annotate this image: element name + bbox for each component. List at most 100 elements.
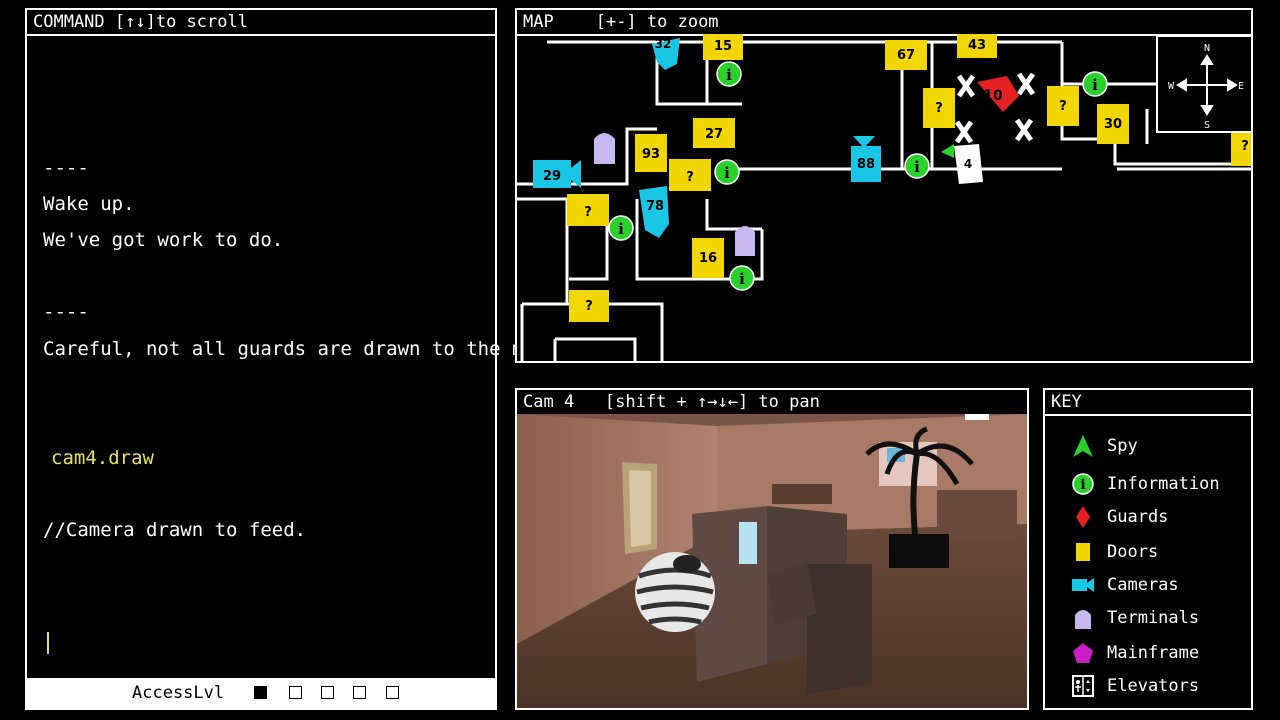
legend-label: Mainframe: [1107, 643, 1200, 663]
map-zoom-hint: [+-] to zoom: [595, 12, 719, 32]
svg-text:i: i: [618, 220, 624, 238]
svg-text:30: 30: [1104, 117, 1122, 132]
svg-text:15: 15: [714, 39, 732, 54]
camera-icon: 88: [851, 136, 881, 182]
terminal-icon: [735, 226, 755, 256]
map-walls: [517, 40, 1251, 361]
command-title: COMMAND: [33, 12, 105, 32]
door-icon: 93: [635, 134, 667, 172]
map-panel[interactable]: MAP [+-] to zoom 32 29 78 88 15 67 43 93…: [515, 8, 1253, 363]
command-scroll-hint: [↑↓]to scroll: [114, 12, 248, 32]
legend-header: KEY: [1045, 390, 1251, 416]
svg-text:i: i: [724, 164, 730, 182]
camera-header: Cam 4 [shift + ↑→↓←] to pan: [517, 390, 1027, 416]
svg-text:?: ?: [1059, 99, 1067, 114]
map-title: MAP: [523, 12, 554, 32]
legend-item: Elevators: [1045, 672, 1251, 702]
legend-item: Mainframe: [1045, 639, 1251, 669]
legend-item: Guards: [1045, 503, 1251, 533]
legend-label: Spy: [1107, 436, 1138, 456]
svg-text:?: ?: [686, 170, 694, 185]
door-icon: 30: [1097, 104, 1129, 144]
log-line: Wake up.: [43, 193, 135, 215]
legend-label: Terminals: [1107, 608, 1200, 628]
compass: N S E W: [1156, 35, 1251, 133]
legend-item: i Information: [1045, 470, 1251, 500]
camera-panel[interactable]: Cam 4 [shift + ↑→↓←] to pan: [515, 388, 1029, 710]
svg-text:i: i: [914, 158, 920, 176]
svg-text:78: 78: [646, 199, 664, 214]
map-canvas[interactable]: 32 29 78 88 15 67 43 93 27 ? ? ? 16 ? ? …: [517, 34, 1251, 361]
svg-text:16: 16: [699, 251, 717, 266]
door-icon: 16: [692, 238, 724, 278]
svg-text:E: E: [1238, 81, 1244, 92]
terminal-icon: [1075, 610, 1091, 629]
door-icon: [1076, 543, 1090, 561]
svg-text:67: 67: [897, 48, 915, 63]
access-level-label: AccessLvl: [132, 683, 225, 703]
svg-text:32: 32: [655, 37, 672, 51]
door-icon: 15: [703, 34, 743, 60]
camera-icon: [1072, 578, 1094, 592]
log-line: //Camera drawn to feed.: [43, 519, 307, 541]
guard-diamond-icon: [1076, 506, 1090, 528]
camera-pan-hint: [shift + ↑→↓←] to pan: [604, 392, 820, 412]
svg-text:i: i: [1092, 76, 1098, 94]
legend-item: Doors: [1045, 538, 1251, 568]
svg-text:?: ?: [584, 205, 592, 220]
door-icon: ?: [567, 194, 609, 226]
legend-item: Terminals: [1045, 604, 1251, 634]
access-level-box: [254, 686, 267, 699]
info-icon: i: [714, 159, 740, 185]
access-level-bar: AccessLvl: [27, 678, 495, 708]
door-icon: ?: [923, 88, 955, 128]
svg-text:N: N: [1204, 43, 1210, 54]
access-level-box: [353, 686, 366, 699]
mainframe-pentagon-icon: [1073, 643, 1093, 663]
info-icon: i: [729, 265, 755, 291]
svg-text:?: ?: [585, 299, 593, 314]
spy-arrow-icon: [1073, 435, 1093, 457]
door-icon: ?: [669, 159, 711, 191]
svg-text:4: 4: [964, 157, 972, 171]
guard-marker[interactable]: 10: [977, 76, 1019, 112]
camera-feed[interactable]: [517, 414, 1027, 708]
command-header: COMMAND [↑↓]to scroll: [27, 10, 495, 36]
svg-text:?: ?: [1241, 139, 1249, 154]
elevator-marker[interactable]: 4: [954, 144, 983, 184]
door-icon: 67: [885, 40, 927, 70]
legend-item: Cameras: [1045, 571, 1251, 601]
info-icon: i: [608, 215, 634, 241]
elevator-icon: [1072, 675, 1094, 697]
command-panel[interactable]: COMMAND [↑↓]to scroll ---- Wake up. We'v…: [25, 8, 558, 710]
svg-text:i: i: [739, 270, 745, 288]
camera-title: Cam 4: [523, 392, 575, 412]
door-icon: ?: [1047, 86, 1079, 126]
svg-text:43: 43: [968, 38, 986, 53]
svg-text:10: 10: [983, 88, 1003, 104]
log-command-line: cam4.draw: [51, 447, 154, 469]
door-icon: 43: [957, 34, 997, 58]
legend-label: Guards: [1107, 507, 1169, 527]
info-icon: i: [1082, 71, 1108, 97]
log-line: ----: [43, 157, 89, 179]
svg-text:W: W: [1168, 81, 1175, 92]
door-icon: 27: [693, 118, 735, 148]
spy-arrow-icon: [941, 144, 954, 158]
access-level-box: [386, 686, 399, 699]
legend-label: Doors: [1107, 542, 1159, 562]
svg-text:93: 93: [642, 147, 660, 162]
svg-text:i: i: [726, 66, 732, 84]
svg-text:27: 27: [705, 127, 723, 142]
camera-icon: 78: [639, 186, 669, 238]
legend-label: Information: [1107, 474, 1220, 494]
info-icon: i: [1072, 473, 1094, 495]
legend-label: Elevators: [1107, 676, 1200, 696]
svg-text:S: S: [1204, 120, 1210, 131]
svg-text:i: i: [1080, 477, 1085, 493]
legend-label: Cameras: [1107, 575, 1179, 595]
door-icon: ?: [1231, 128, 1251, 166]
text-cursor[interactable]: [47, 632, 49, 654]
terminal-icon: [594, 133, 615, 164]
log-line: Careful, not all guards are drawn to the…: [43, 338, 558, 360]
